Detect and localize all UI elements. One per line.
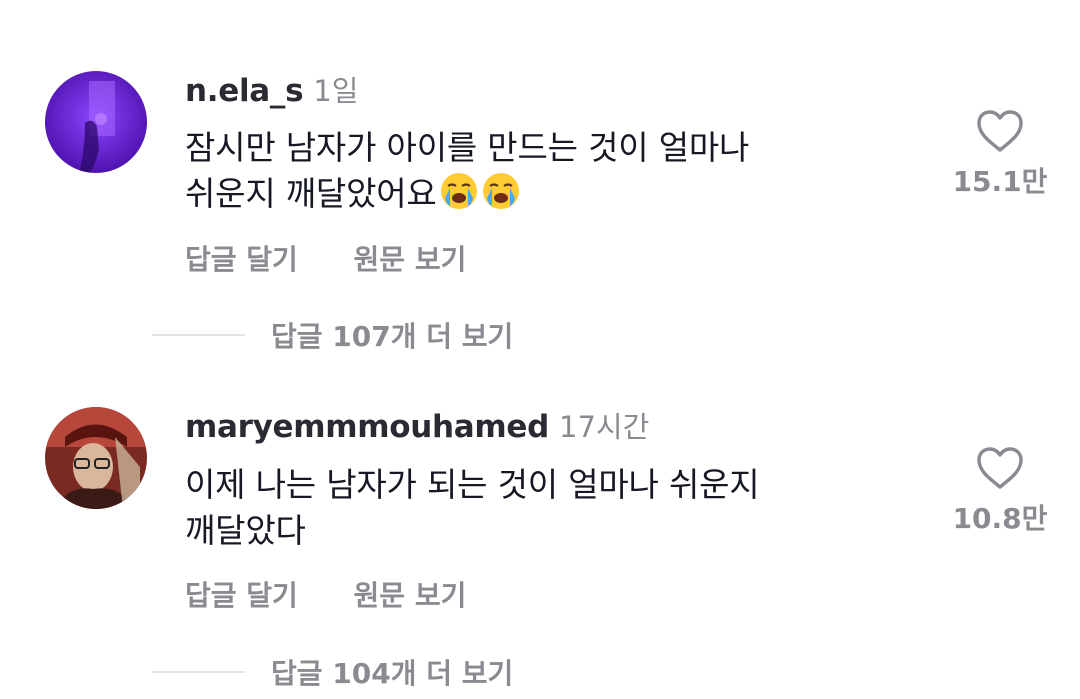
comment-text-line: 깨달았다 <box>185 511 306 550</box>
divider <box>152 334 245 336</box>
like-count: 15.1만 <box>952 165 1048 198</box>
comment-username[interactable]: maryemmmouhamed 17시간 <box>185 404 649 446</box>
comment-time: 1일 <box>313 74 359 108</box>
view-original-button[interactable]: 원문 보기 <box>354 574 467 614</box>
comment-text-line: 잠시만 남자가 아이를 만드는 것이 얼마나 <box>185 128 750 167</box>
like-button[interactable]: 10.8만 <box>940 445 1060 537</box>
heart-outline-icon[interactable] <box>975 445 1025 491</box>
avatar[interactable] <box>45 407 147 509</box>
comment-text: 이제 나는 남자가 되는 것이 얼마나 쉬운지 깨달았다 <box>185 462 835 554</box>
view-more-replies-label[interactable]: 답글 104개 더 보기 <box>271 652 513 692</box>
comment-text-line: 쉬운지 깨달았어요 <box>185 174 437 213</box>
comment-text-line: 이제 나는 남자가 되는 것이 얼마나 쉬운지 <box>185 465 760 504</box>
comment-text-line-with-emoji: 쉬운지 깨달았어요 <box>185 171 835 217</box>
loudly-crying-face-icon <box>439 171 479 211</box>
heart-outline-icon[interactable] <box>975 108 1025 154</box>
comment-time: 17시간 <box>559 410 650 444</box>
like-count: 10.8만 <box>952 502 1048 535</box>
avatar[interactable] <box>45 71 147 173</box>
username-text[interactable]: maryemmmouhamed <box>185 409 549 445</box>
view-original-button[interactable]: 원문 보기 <box>354 238 467 278</box>
view-more-replies[interactable]: 답글 107개 더 보기 <box>152 315 513 355</box>
reply-button[interactable]: 답글 달기 <box>185 574 298 614</box>
view-more-replies-label[interactable]: 답글 107개 더 보기 <box>271 315 513 355</box>
divider <box>152 671 245 673</box>
comment-actions: 답글 달기 원문 보기 <box>185 574 466 614</box>
comment-actions: 답글 달기 원문 보기 <box>185 238 466 278</box>
view-more-replies[interactable]: 답글 104개 더 보기 <box>152 652 513 692</box>
reply-button[interactable]: 답글 달기 <box>185 238 298 278</box>
comment-username[interactable]: n.ela_s 1일 <box>185 68 358 110</box>
username-text[interactable]: n.ela_s <box>185 73 304 109</box>
loudly-crying-face-icon <box>481 171 521 211</box>
comment-text: 잠시만 남자가 아이를 만드는 것이 얼마나 쉬운지 깨달았어요 <box>185 125 835 217</box>
like-button[interactable]: 15.1만 <box>940 108 1060 200</box>
